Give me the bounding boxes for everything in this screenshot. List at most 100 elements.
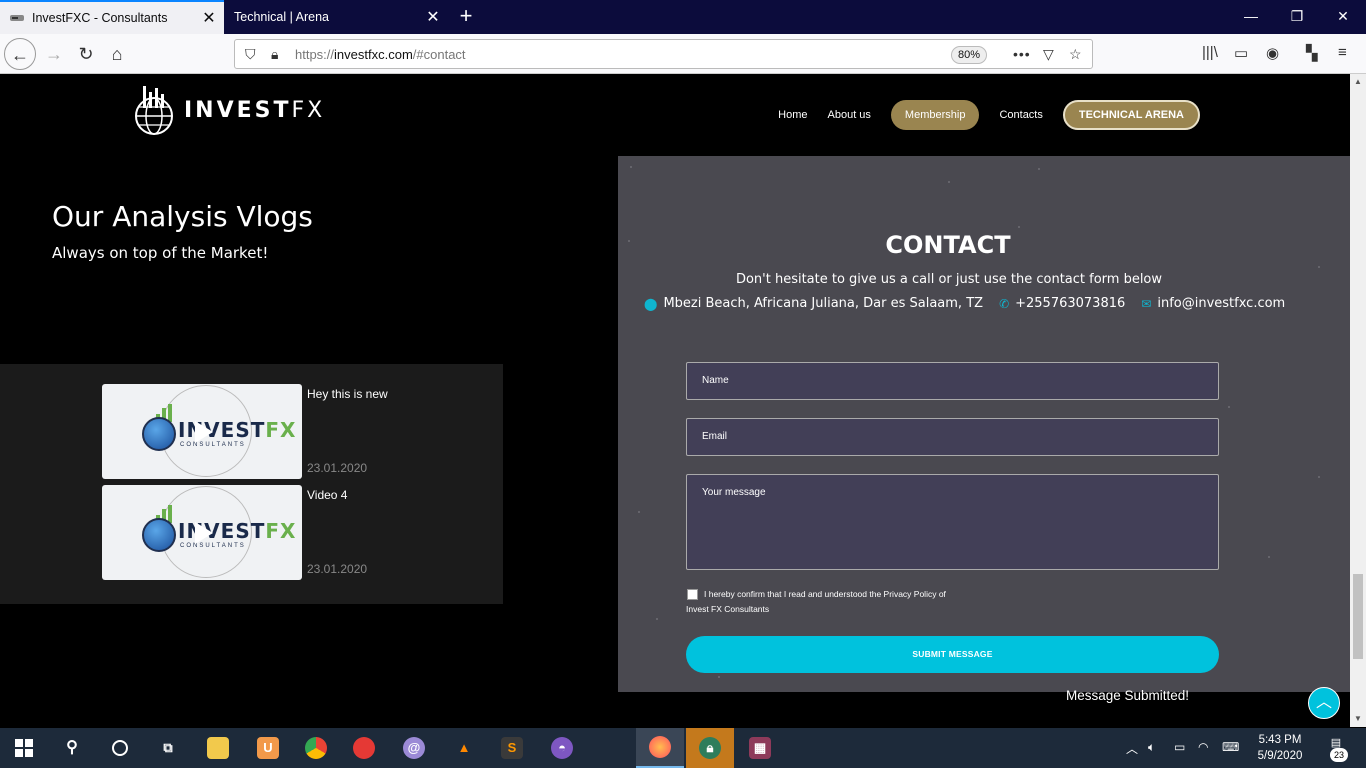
notification-count-badge: 23: [1330, 748, 1348, 762]
web-page: INVESTFX Home About us Membership Contac…: [0, 74, 1350, 727]
tab-technical-arena[interactable]: Technical | Arena ✕: [224, 0, 448, 34]
close-tab-icon[interactable]: ✕: [422, 7, 444, 27]
message-field[interactable]: Your message: [686, 474, 1219, 570]
pocket-icon[interactable]: ▽: [1043, 46, 1054, 63]
file-explorer-icon[interactable]: [194, 728, 242, 768]
new-tab-button[interactable]: +: [452, 2, 480, 32]
nav-home[interactable]: Home: [778, 101, 807, 129]
scroll-down-arrow-icon[interactable]: ▼: [1350, 711, 1366, 727]
account-icon[interactable]: ◉: [1266, 44, 1279, 62]
play-icon[interactable]: [195, 522, 213, 544]
vlc-icon[interactable]: ▲: [440, 728, 488, 768]
scroll-to-top-icon[interactable]: ︿: [1308, 687, 1340, 719]
windows-start-icon[interactable]: [0, 728, 48, 768]
vlog-date: 23.01.2020: [307, 562, 368, 576]
globe-icon: [142, 417, 176, 451]
github-desktop-icon[interactable]: ◓: [538, 728, 586, 768]
anydesk-icon[interactable]: [340, 728, 388, 768]
task-view-icon[interactable]: ⧉: [144, 728, 192, 768]
privacy-consent-label: I hereby confirm that I read and underst…: [686, 589, 946, 614]
cortana-icon[interactable]: [96, 728, 144, 768]
browser-tab-strip: InvestFXC - Consultants ✕ Technical | Ar…: [0, 0, 1366, 34]
scrollbar-thumb[interactable]: [1353, 574, 1363, 659]
browser-toolbar: ← → ↻ ⌂ ⛉ 🔒︎ https://investfxc.com/#cont…: [0, 34, 1366, 74]
contact-address: Mbezi Beach, Africana Juliana, Dar es Sa…: [663, 296, 984, 311]
play-icon[interactable]: [195, 421, 213, 443]
vlog-item[interactable]: INVESTFX CONSULTANTS Hey this is new 23.…: [102, 384, 502, 479]
vlog-title[interactable]: Hey this is new: [307, 387, 388, 401]
menu-icon[interactable]: ≡: [1338, 44, 1347, 61]
phone-icon: ✆: [999, 296, 1010, 311]
taskbar-clock[interactable]: 5:43 PM 5/9/2020: [1250, 732, 1310, 764]
firefox-icon[interactable]: [636, 728, 684, 768]
shield-icon[interactable]: ⛉: [245, 46, 256, 63]
tab-title: Technical | Arena: [234, 10, 329, 24]
nav-technical-arena-button[interactable]: TECHNICAL ARENA: [1062, 100, 1200, 130]
video-thumbnail[interactable]: INVESTFX CONSULTANTS: [102, 485, 302, 580]
library-icon[interactable]: |||\: [1202, 44, 1218, 61]
page-actions-icon[interactable]: •••: [1013, 46, 1031, 62]
address-bar[interactable]: ⛉ 🔒︎ https://investfxc.com/#contact 80% …: [234, 39, 1093, 69]
chrome-icon[interactable]: [292, 728, 340, 768]
globe-icon: [142, 518, 176, 552]
vlogs-subtitle: Always on top of the Market!: [52, 244, 269, 262]
name-field[interactable]: Name: [686, 362, 1219, 400]
contact-email[interactable]: info@investfxc.com: [1157, 296, 1285, 311]
forward-arrow-icon[interactable]: →: [38, 38, 70, 70]
contact-section: CONTACT Don't hesitate to give us a call…: [618, 156, 1350, 692]
vlog-title[interactable]: Video 4: [307, 488, 347, 502]
vlog-date: 23.01.2020: [307, 461, 368, 475]
video-thumbnail[interactable]: INVESTFX CONSULTANTS: [102, 384, 302, 479]
url-text[interactable]: https://investfxc.com/#contact: [295, 47, 466, 62]
nav-membership[interactable]: Membership: [890, 100, 980, 130]
vlog-item[interactable]: INVESTFX CONSULTANTS Video 4 23.01.2020: [102, 485, 502, 580]
app-swirl-icon[interactable]: @: [390, 728, 438, 768]
wifi-icon[interactable]: ◠: [1198, 740, 1208, 754]
tab-investfxc[interactable]: InvestFXC - Consultants ✕: [0, 0, 224, 34]
close-tab-icon[interactable]: ✕: [198, 8, 220, 28]
lock-icon[interactable]: 🔒︎: [271, 46, 278, 63]
tray-chevron-icon[interactable]: ︿: [1126, 740, 1138, 757]
home-icon[interactable]: ⌂: [101, 38, 133, 70]
sidebar-icon[interactable]: ▭: [1234, 44, 1248, 62]
reload-icon[interactable]: ↻: [70, 38, 102, 70]
keyboard-icon[interactable]: ⌨: [1222, 740, 1239, 754]
globe-logo-icon: [135, 86, 173, 135]
email-field[interactable]: Email: [686, 418, 1219, 456]
bookmark-star-icon[interactable]: ☆: [1069, 46, 1082, 63]
notification-center-icon[interactable]: ▤ 23: [1322, 736, 1350, 762]
nav-about-us[interactable]: About us: [828, 101, 871, 129]
map-pin-icon: ⬤: [644, 296, 658, 311]
envelope-icon: ✉: [1141, 296, 1152, 311]
back-arrow-icon[interactable]: ←: [4, 38, 36, 70]
extensions-icon[interactable]: ▚: [1306, 44, 1318, 62]
minimize-icon[interactable]: —: [1228, 0, 1274, 32]
scroll-up-arrow-icon[interactable]: ▲: [1350, 74, 1366, 90]
investfx-favicon-icon: [10, 15, 24, 21]
vpn-icon[interactable]: 🔒︎: [686, 728, 734, 768]
restore-icon[interactable]: ❐: [1274, 0, 1320, 32]
tab-title: InvestFXC - Consultants: [32, 11, 168, 25]
submit-message-button[interactable]: SUBMIT MESSAGE: [686, 636, 1219, 673]
submission-status: Message Submitted!: [1066, 688, 1190, 703]
contact-title: CONTACT: [885, 231, 1011, 259]
battery-icon[interactable]: ▭: [1174, 740, 1185, 754]
uc-browser-icon[interactable]: U: [244, 728, 292, 768]
vlog-list: INVESTFX CONSULTANTS Hey this is new 23.…: [0, 364, 503, 604]
main-nav: Home About us Membership Contacts TECHNI…: [758, 100, 1200, 130]
volume-icon[interactable]: 🔈︎: [1148, 740, 1155, 755]
contact-info: ⬤ Mbezi Beach, Africana Juliana, Dar es S…: [644, 296, 1301, 311]
winrar-icon[interactable]: ▦: [736, 728, 784, 768]
zoom-level-badge[interactable]: 80%: [951, 46, 987, 64]
sublime-text-icon[interactable]: S: [488, 728, 536, 768]
contact-lead: Don't hesitate to give us a call or just…: [735, 272, 1163, 287]
logo-text: INVESTFX: [184, 97, 326, 123]
close-window-icon[interactable]: ✕: [1320, 0, 1366, 32]
windows-taskbar: ⚲ ⧉ U @ ▲ S ◓ 🔒︎ ▦ ︿ 🔈︎ ▭ ◠ ⌨ 5:43 PM 5/…: [0, 728, 1366, 768]
page-scrollbar[interactable]: ▲ ▼: [1350, 74, 1366, 727]
search-icon[interactable]: ⚲: [48, 728, 96, 768]
contact-phone[interactable]: +255763073816: [1015, 296, 1125, 311]
vlogs-heading: Our Analysis Vlogs: [52, 200, 313, 233]
nav-contacts[interactable]: Contacts: [999, 101, 1042, 129]
site-logo[interactable]: INVESTFX: [130, 84, 325, 136]
